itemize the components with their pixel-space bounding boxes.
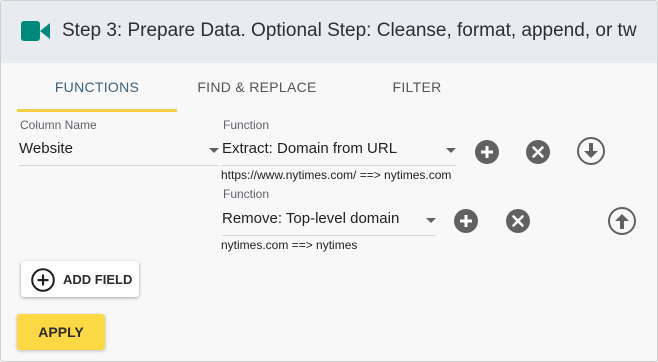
chevron-down-icon bbox=[446, 148, 456, 153]
remove-function-icon[interactable] bbox=[506, 209, 530, 233]
add-function-icon[interactable] bbox=[454, 209, 478, 233]
step-title: Step 3: Prepare Data. Optional Step: Cle… bbox=[62, 20, 637, 41]
tab-bar: FUNCTIONS FIND & REPLACE FILTER bbox=[1, 63, 657, 112]
remove-function-icon[interactable] bbox=[526, 140, 550, 164]
tab-find-replace[interactable]: FIND & REPLACE bbox=[177, 63, 337, 109]
step-header: Step 3: Prepare Data. Optional Step: Cle… bbox=[1, 1, 657, 63]
add-circle-icon bbox=[31, 268, 55, 292]
video-camera-icon bbox=[21, 21, 50, 41]
chevron-down-icon bbox=[426, 218, 436, 223]
function-example: nytimes.com ==> nytimes bbox=[221, 238, 358, 252]
column-name-label: Column Name bbox=[20, 118, 97, 132]
apply-button[interactable]: APPLY bbox=[17, 314, 105, 350]
tab-filter[interactable]: FILTER bbox=[337, 63, 497, 109]
function-example: https://www.nytimes.com/ ==> nytimes.com bbox=[221, 168, 452, 182]
add-function-icon[interactable] bbox=[475, 140, 499, 164]
add-field-label: ADD FIELD bbox=[63, 272, 133, 287]
function-select[interactable]: Extract: Domain from URL bbox=[222, 137, 456, 166]
prepare-data-panel: Step 3: Prepare Data. Optional Step: Cle… bbox=[0, 0, 658, 362]
function-select[interactable]: Remove: Top-level domain bbox=[222, 207, 436, 236]
arrow-up-circle-icon[interactable] bbox=[607, 206, 637, 236]
add-field-button[interactable]: ADD FIELD bbox=[21, 261, 139, 297]
chevron-down-icon bbox=[209, 148, 219, 153]
column-name-select[interactable]: Website bbox=[19, 137, 219, 166]
column-name-value: Website bbox=[19, 140, 73, 157]
arrow-down-circle-icon[interactable] bbox=[576, 136, 606, 166]
function-label: Function bbox=[223, 118, 270, 132]
function-value: Remove: Top-level domain bbox=[222, 210, 400, 227]
tab-functions[interactable]: FUNCTIONS bbox=[17, 63, 177, 112]
function-value: Extract: Domain from URL bbox=[222, 140, 398, 157]
function-label: Function bbox=[223, 187, 270, 201]
